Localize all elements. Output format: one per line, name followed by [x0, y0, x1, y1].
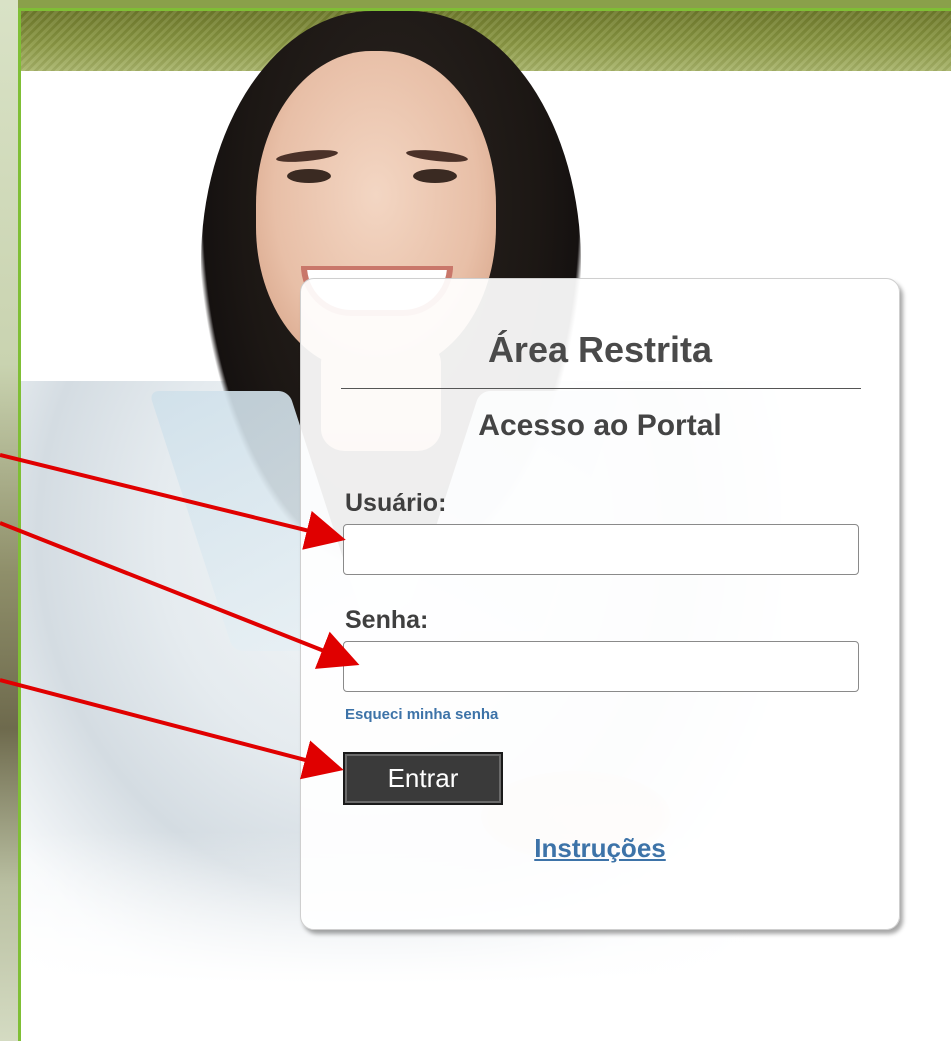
instructions-link[interactable]: Instruções: [301, 833, 899, 864]
password-label: Senha:: [345, 606, 429, 634]
login-title: Área Restrita: [487, 329, 713, 370]
login-box: Área Restrita Acesso ao Portal Usuário: …: [300, 278, 900, 930]
photo-right-eye: [413, 169, 457, 183]
login-subtitle: Acesso ao Portal: [478, 409, 722, 442]
username-field[interactable]: [343, 524, 859, 575]
username-label: Usuário:: [345, 489, 447, 517]
background-landscape-strip: [0, 0, 18, 1041]
forgot-password-link[interactable]: Esqueci minha senha: [345, 706, 498, 723]
photo-left-eye: [287, 169, 331, 183]
submit-button[interactable]: Entrar: [343, 752, 503, 805]
title-divider: [341, 388, 861, 389]
password-field[interactable]: [343, 641, 859, 692]
